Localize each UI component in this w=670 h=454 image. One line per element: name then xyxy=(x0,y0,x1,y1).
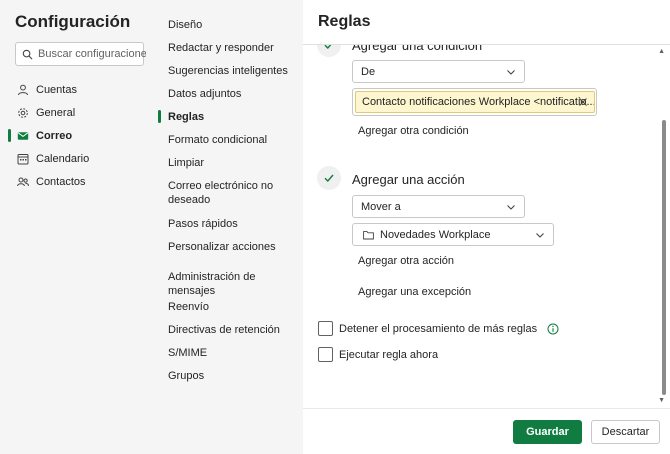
mid-nav-item-directivas-retencion[interactable]: Directivas de retención xyxy=(168,323,298,337)
mid-nav-item-smime[interactable]: S/MIME xyxy=(168,346,298,360)
left-nav-item-cuentas[interactable]: Cuentas xyxy=(0,78,158,101)
rule-editor-content: Agregar una condición De Contacto notifi… xyxy=(303,45,670,408)
action-type-dropdown[interactable]: Mover a xyxy=(352,195,525,218)
run-now-checkbox[interactable] xyxy=(318,347,333,362)
left-nav-item-general[interactable]: General xyxy=(0,101,158,124)
scroll-down-icon[interactable]: ▼ xyxy=(658,397,665,404)
mid-nav-item-correo-no-deseado[interactable]: Correo electrónico no deseado xyxy=(168,179,298,207)
gear-icon xyxy=(17,107,29,119)
save-button[interactable]: Guardar xyxy=(513,420,582,444)
search-box[interactable] xyxy=(15,42,146,66)
left-nav-label: Contactos xyxy=(36,175,86,188)
condition-field-dropdown[interactable]: De xyxy=(352,60,525,83)
stop-processing-checkbox[interactable] xyxy=(318,321,333,336)
mid-nav-item-administracion-mensajes[interactable]: Administración de mensajes xyxy=(168,270,298,298)
contact-tag-label: Contacto notificaciones Workplace <notif… xyxy=(362,96,595,108)
run-now-label: Ejecutar regla ahora xyxy=(339,348,439,361)
mid-nav-item-diseno[interactable]: Diseño xyxy=(168,18,298,32)
contact-tag: Contacto notificaciones Workplace <notif… xyxy=(355,91,595,113)
left-nav-item-calendario[interactable]: Calendario xyxy=(0,147,158,170)
action-check-icon xyxy=(317,166,341,190)
mid-nav-item-personalizar-acciones[interactable]: Personalizar acciones xyxy=(168,240,298,254)
condition-check-icon xyxy=(317,45,341,57)
mid-nav-item-grupos[interactable]: Grupos xyxy=(168,369,298,383)
left-nav-item-contactos[interactable]: Contactos xyxy=(0,170,158,193)
action-heading: Agregar una acción xyxy=(352,172,465,187)
search-icon xyxy=(22,49,33,59)
page-title: Reglas xyxy=(318,13,371,30)
mid-nav-item-reenvio[interactable]: Reenvío xyxy=(168,300,298,314)
search-input[interactable] xyxy=(38,48,146,60)
mid-nav-item-pasos-rapidos[interactable]: Pasos rápidos xyxy=(168,217,298,231)
discard-button[interactable]: Descartar xyxy=(591,420,660,444)
left-nav-label: Correo xyxy=(36,129,73,142)
chevron-down-icon xyxy=(507,205,515,210)
chevron-down-icon xyxy=(536,233,544,238)
stop-processing-label: Detener el procesamiento de más reglas xyxy=(339,322,538,335)
condition-heading: Agregar una condición xyxy=(352,45,483,53)
divider xyxy=(303,408,670,409)
left-nav-label: Cuentas xyxy=(36,83,77,96)
add-another-action-button[interactable]: Agregar otra acción xyxy=(358,255,454,267)
folder-icon xyxy=(363,230,374,239)
close-icon[interactable] xyxy=(578,97,588,107)
mid-nav-item-datos-adjuntos[interactable]: Datos adjuntos xyxy=(168,87,298,101)
scrollbar-thumb[interactable] xyxy=(662,120,666,395)
info-icon[interactable] xyxy=(547,323,559,335)
action-type-value: Mover a xyxy=(361,200,401,213)
calendar-icon xyxy=(17,153,29,165)
mail-icon xyxy=(17,130,29,142)
folder-value: Novedades Workplace xyxy=(380,228,491,241)
add-another-condition-button[interactable]: Agregar otra condición xyxy=(358,125,469,137)
mail-settings-nav-pane: Diseño Redactar y responder Sugerencias … xyxy=(158,0,303,454)
mid-nav-item-formato-condicional[interactable]: Formato condicional xyxy=(168,133,298,147)
add-exception-button[interactable]: Agregar una excepción xyxy=(358,286,471,298)
run-now-row[interactable]: Ejecutar regla ahora xyxy=(318,347,438,362)
mid-nav-item-reglas[interactable]: Reglas xyxy=(168,110,298,124)
chevron-down-icon xyxy=(507,70,515,75)
person-icon xyxy=(17,84,29,96)
stop-processing-row[interactable]: Detener el procesamiento de más reglas xyxy=(318,321,559,336)
left-nav: Cuentas General Correo Calendario Contac… xyxy=(0,78,158,193)
folder-dropdown[interactable]: Novedades Workplace xyxy=(352,223,554,246)
mid-nav-item-sugerencias[interactable]: Sugerencias inteligentes xyxy=(168,64,298,78)
settings-left-pane: Configuración Cuentas General Correo xyxy=(0,0,158,454)
condition-field-value: De xyxy=(361,65,376,78)
scroll-up-icon[interactable]: ▲ xyxy=(658,48,665,55)
settings-title: Configuración xyxy=(15,12,131,31)
mid-nav-item-redactar[interactable]: Redactar y responder xyxy=(168,41,298,55)
mid-nav-item-limpiar[interactable]: Limpiar xyxy=(168,156,298,170)
left-nav-item-correo[interactable]: Correo xyxy=(0,124,158,147)
rules-pane: Reglas Agregar una condición De Contacto… xyxy=(303,0,670,454)
condition-value-input[interactable]: Contacto notificaciones Workplace <notif… xyxy=(352,88,597,116)
left-nav-label: General xyxy=(36,106,76,119)
active-indicator xyxy=(158,110,161,123)
left-nav-label: Calendario xyxy=(36,152,90,165)
people-icon xyxy=(17,176,29,188)
